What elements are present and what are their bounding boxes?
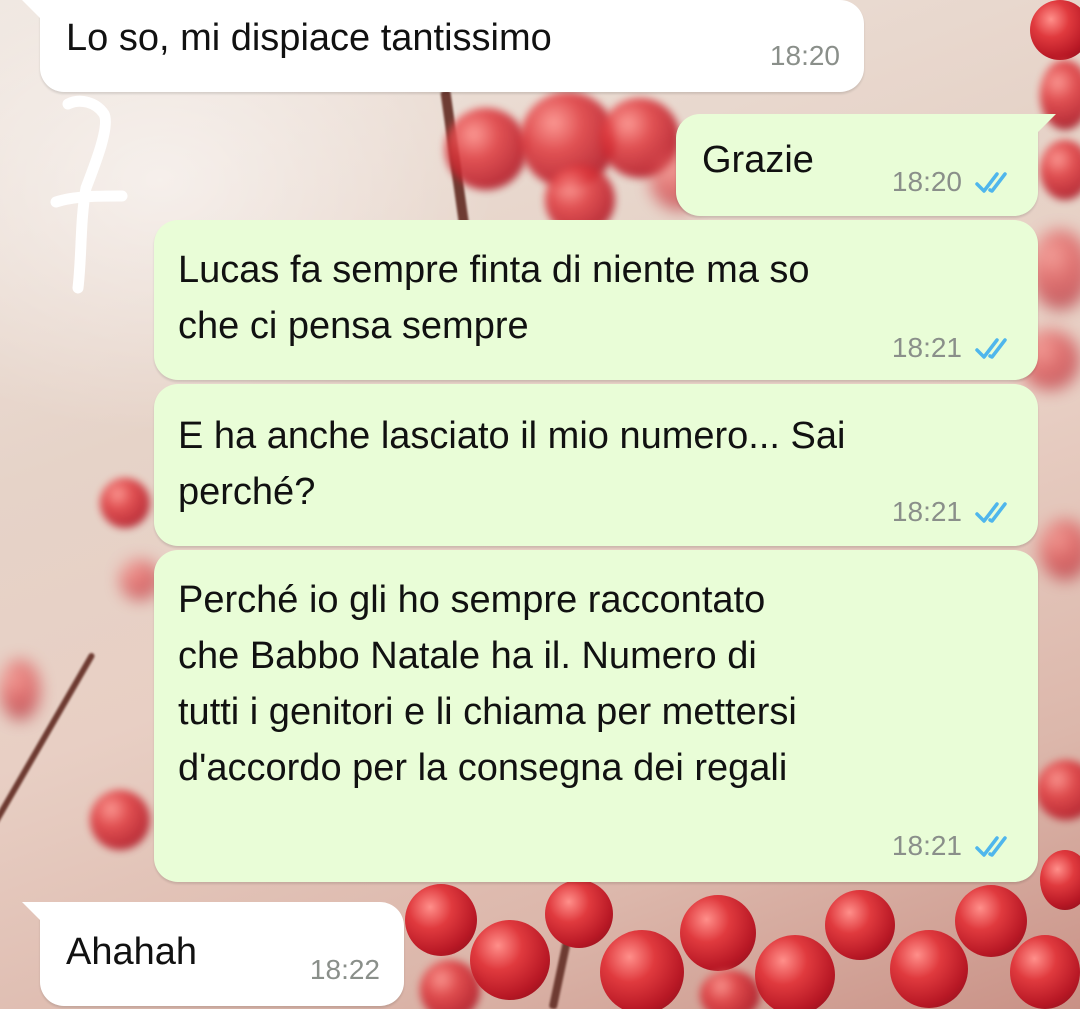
- message-text: Lo so, mi dispiace tantissimo: [66, 17, 552, 59]
- double-check-icon: [975, 172, 1007, 193]
- message-text: Perché io gli ho sempre raccontato che B…: [178, 579, 797, 789]
- outgoing-message[interactable]: Perché io gli ho sempre raccontato che B…: [154, 550, 1038, 882]
- outgoing-message[interactable]: Lucas fa sempre finta di niente ma so ch…: [154, 220, 1038, 380]
- message-text: Lucas fa sempre finta di niente ma so ch…: [178, 249, 810, 347]
- double-check-icon: [975, 338, 1007, 359]
- message-time: 18:21: [891, 496, 962, 527]
- outgoing-message[interactable]: Grazie 18:20: [676, 114, 1056, 216]
- handwritten-doodle-icon: [50, 95, 128, 294]
- message-time: 18:20: [891, 166, 962, 197]
- outgoing-message[interactable]: E ha anche lasciato il mio numero... Sai…: [154, 384, 1038, 546]
- message-text: Ahahah: [66, 931, 198, 973]
- incoming-message[interactable]: Ahahah 18:22: [22, 902, 404, 1006]
- message-time: 18:22: [309, 954, 380, 985]
- double-check-icon: [975, 502, 1007, 523]
- message-time: 18:20: [769, 40, 840, 71]
- message-time: 18:21: [891, 332, 962, 363]
- message-text: Grazie: [702, 139, 814, 181]
- message-time: 18:21: [891, 830, 962, 861]
- double-check-icon: [975, 836, 1007, 857]
- incoming-message[interactable]: Lo so, mi dispiace tantissimo 18:20: [22, 0, 864, 92]
- message-text: E ha anche lasciato il mio numero... Sai…: [178, 415, 846, 513]
